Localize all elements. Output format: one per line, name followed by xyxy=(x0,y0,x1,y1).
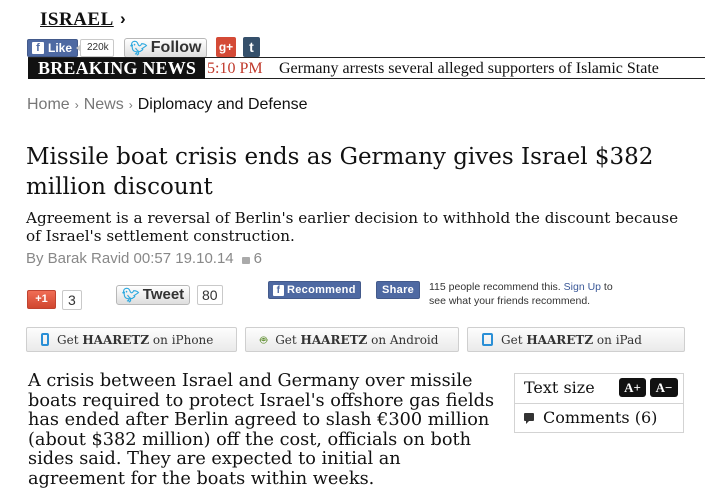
tablet-icon xyxy=(482,333,493,346)
get-app-iphone-button[interactable]: Get HAARETZ on iPhone xyxy=(26,327,237,352)
text-size-increase-button[interactable]: A+ xyxy=(619,378,646,397)
section-title-link[interactable]: ISRAEL xyxy=(40,9,114,31)
facebook-like-button[interactable]: f Like xyxy=(27,39,79,57)
facebook-recommend-count-text: 115 people recommend this. xyxy=(429,281,561,293)
tweet-count: 80 xyxy=(197,285,223,305)
twitter-follow-label: Follow xyxy=(150,39,202,56)
text-size-label: Text size xyxy=(524,378,595,397)
breadcrumb-news-link[interactable]: News xyxy=(84,96,124,114)
app-button-label: Get HAARETZ on Android xyxy=(275,332,439,347)
article-byline: By Barak Ravid 00:57 19.10.14 6 xyxy=(26,250,262,267)
google-plus-icon[interactable]: g+ xyxy=(216,37,236,57)
facebook-recommend-button[interactable]: f Recommend xyxy=(268,281,361,299)
facebook-like-count: 220k xyxy=(76,39,114,57)
android-icon: 🤖︎ xyxy=(260,332,268,347)
facebook-icon: f xyxy=(32,42,44,54)
facebook-signup-link[interactable]: Sign Up xyxy=(564,281,601,293)
get-app-ipad-button[interactable]: Get HAARETZ on iPad xyxy=(467,327,685,352)
article-lead-paragraph: A crisis between Israel and Germany over… xyxy=(28,371,495,489)
twitter-follow-button[interactable]: 🐦︎ Follow xyxy=(124,38,208,58)
tools-divider xyxy=(514,403,684,404)
google-plus-one-count: 3 xyxy=(62,290,82,310)
comment-icon xyxy=(524,413,534,424)
app-button-label: Get HAARETZ on iPhone xyxy=(57,332,214,347)
facebook-icon: f xyxy=(273,284,284,296)
tweet-button[interactable]: 🐦︎ Tweet xyxy=(116,285,191,305)
byline-text: By Barak Ravid 00:57 19.10.14 xyxy=(26,250,234,267)
breadcrumb-separator-icon: › xyxy=(74,98,79,112)
text-size-decrease-button[interactable]: A− xyxy=(650,378,678,397)
chevron-right-icon: › xyxy=(120,9,126,28)
breadcrumb-current-link[interactable]: Diplomacy and Defense xyxy=(138,96,308,114)
breaking-news-label: BREAKING NEWS xyxy=(28,58,206,79)
article-subhead: Agreement is a reversal of Berlin's earl… xyxy=(26,209,679,245)
comment-bubble-icon xyxy=(241,256,250,264)
phone-icon xyxy=(41,333,49,346)
get-app-android-button[interactable]: 🤖︎ Get HAARETZ on Android xyxy=(245,327,459,352)
breaking-news-headline-link[interactable]: Germany arrests several alleged supporte… xyxy=(279,58,705,79)
breadcrumb: Home › News › Diplomacy and Defense xyxy=(27,96,308,114)
breaking-news-time: 5:10 PM xyxy=(207,60,263,77)
byline-comment-count[interactable]: 6 xyxy=(254,250,262,267)
breadcrumb-home-link[interactable]: Home xyxy=(27,96,70,114)
tweet-label: Tweet xyxy=(142,286,185,303)
article-headline: Missile boat crisis ends as Germany give… xyxy=(26,144,654,200)
google-plus-one-button[interactable]: +1 xyxy=(27,290,56,309)
comments-link[interactable]: Comments (6) xyxy=(543,408,657,427)
twitter-bird-icon: 🐦︎ xyxy=(130,40,148,56)
facebook-like-label: Like xyxy=(48,41,73,55)
facebook-recommend-label: Recommend xyxy=(287,284,356,296)
tumblr-icon[interactable]: t xyxy=(243,37,260,57)
app-button-label: Get HAARETZ on iPad xyxy=(501,332,642,347)
facebook-social-text: 115 people recommend this. Sign Up to se… xyxy=(429,280,629,308)
twitter-bird-icon: 🐦︎ xyxy=(122,287,140,303)
facebook-share-button[interactable]: Share xyxy=(376,281,421,299)
breadcrumb-separator-icon: › xyxy=(128,98,133,112)
